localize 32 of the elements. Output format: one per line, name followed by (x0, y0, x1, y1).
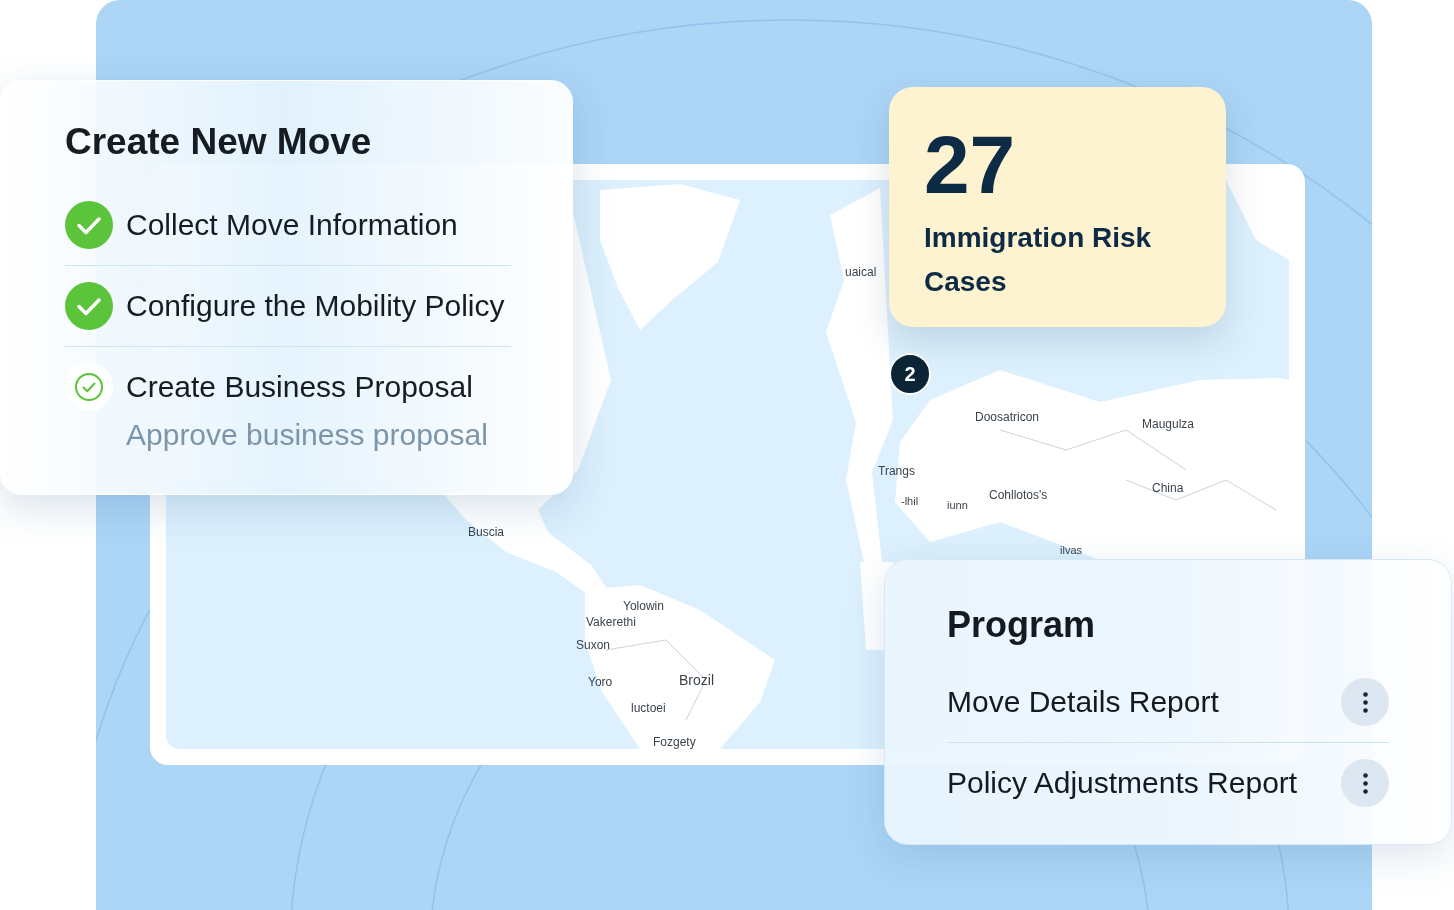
map-label: luctoei (631, 702, 666, 714)
more-options-button[interactable] (1341, 678, 1389, 726)
map-label: uaical (845, 266, 877, 278)
card-title: Program (947, 603, 1096, 647)
map-label: Trangs (878, 465, 915, 477)
more-vertical-icon (1362, 772, 1368, 794)
map-label: China (1152, 482, 1184, 494)
map-label: -lhil (901, 496, 919, 507)
map-label: iunn (947, 500, 968, 511)
card-title: Create New Move (65, 121, 372, 163)
report-label: Move Details Report (947, 684, 1219, 720)
map-label: Fozgety (653, 736, 696, 748)
map-label: Brozil (679, 673, 714, 687)
map-label: Vakerethi (586, 616, 636, 628)
map-label: Suxon (576, 639, 611, 651)
map-label: Doosatricon (975, 411, 1040, 423)
step-label: Configure the Mobility Policy (126, 288, 505, 324)
map-label: Buscia (468, 526, 505, 538)
step-label: Create Business Proposal (126, 369, 474, 405)
step-label: Collect Move Information (126, 207, 458, 243)
map-count-marker[interactable]: 2 (889, 353, 931, 395)
more-vertical-icon (1362, 691, 1368, 713)
map-label: Yoro (588, 676, 613, 688)
map-label: ilvas (1060, 545, 1082, 556)
report-label: Policy Adjustments Report (947, 765, 1298, 801)
risk-label: Immigration Risk Cases (924, 221, 1153, 299)
map-label: Cohllotos's (989, 489, 1048, 501)
map-label: Yolowin (623, 600, 664, 612)
step-subtitle: Approve business proposal (126, 417, 488, 453)
map-label: Maugulza (1142, 418, 1195, 430)
risk-count: 27 (924, 127, 1016, 203)
more-options-button[interactable] (1341, 759, 1389, 807)
